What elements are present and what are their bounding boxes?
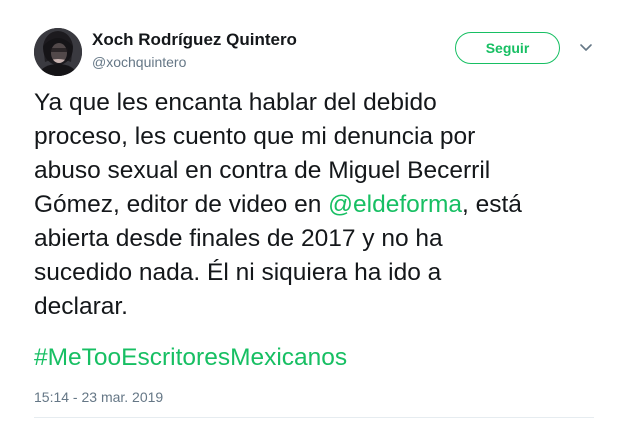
avatar-image [34, 28, 82, 76]
tweet-card: Xoch Rodríguez Quintero @xochquintero Se… [0, 0, 626, 425]
author-display-name[interactable]: Xoch Rodríguez Quintero [92, 30, 297, 50]
divider [34, 417, 594, 418]
author-handle[interactable]: @xochquintero [92, 54, 186, 70]
chevron-down-icon[interactable] [578, 42, 594, 54]
tweet-text-line: abierta desde finales de 2017 y no ha [34, 225, 443, 252]
follow-button[interactable]: Seguir [455, 32, 560, 64]
tweet-text-line: declarar. [34, 293, 128, 320]
tweet-timestamp[interactable]: 15:14 - 23 mar. 2019 [34, 389, 163, 405]
hashtag-line: #MeTooEscritoresMexicanos [34, 341, 347, 375]
tweet-text-line: proceso, les cuento que mi denuncia por [34, 123, 476, 150]
tweet-text-line: sucedido nada. Él ni siquiera ha ido a [34, 259, 442, 286]
mention-link[interactable]: @eldeforma [328, 191, 462, 218]
tweet-text-line: Gómez, editor de video en @eldeforma, es… [34, 191, 522, 218]
avatar[interactable] [34, 28, 82, 76]
hashtag-link[interactable]: #MeTooEscritoresMexicanos [34, 344, 347, 371]
tweet-text-segment: Gómez, editor de video en [34, 191, 329, 218]
tweet-text-segment: , está [462, 191, 522, 218]
tweet-text: Ya que les encanta hablar del debido pro… [34, 86, 604, 324]
tweet-text-line: Ya que les encanta hablar del debido [34, 89, 437, 116]
tweet-text-line: abuso sexual en contra de Miguel Becerri… [34, 157, 491, 184]
